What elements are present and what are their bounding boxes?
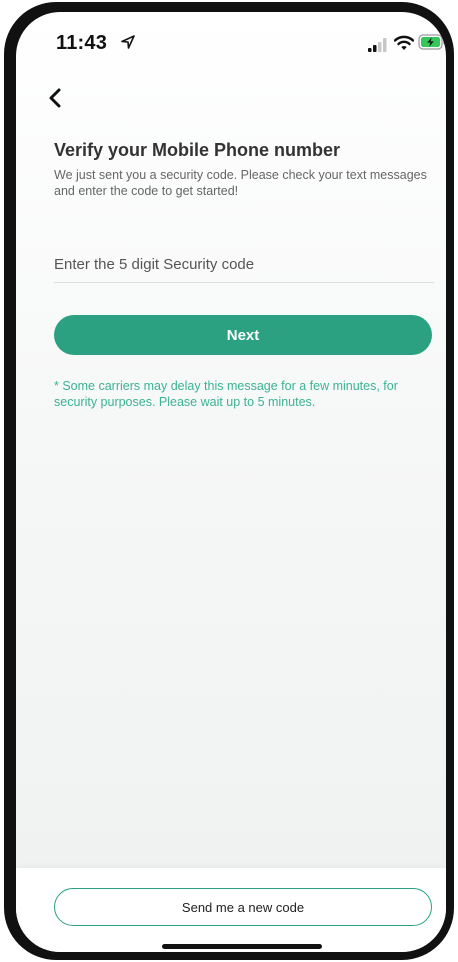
- security-code-field: [54, 246, 434, 283]
- wifi-icon: [394, 35, 414, 50]
- carrier-delay-note: * Some carriers may delay this message f…: [54, 379, 398, 409]
- location-arrow-icon: [121, 35, 135, 49]
- signal-icon: [368, 38, 387, 52]
- security-code-input[interactable]: [54, 246, 434, 282]
- battery-charging-icon: [418, 34, 446, 50]
- chevron-left-icon: [49, 88, 61, 108]
- back-button[interactable]: [42, 84, 70, 112]
- next-button[interactable]: Next: [54, 315, 432, 355]
- instructions-text: We just sent you a security code. Please…: [54, 168, 427, 198]
- send-new-code-button[interactable]: Send me a new code: [54, 888, 432, 926]
- screen: 11:43 Verify your Mobile Phone number We…: [16, 12, 446, 952]
- bottom-panel: Send me a new code: [16, 868, 446, 952]
- home-indicator[interactable]: [162, 944, 322, 949]
- phone-frame: 11:43 Verify your Mobile Phone number We…: [4, 2, 454, 960]
- page-title: Verify your Mobile Phone number: [54, 140, 341, 160]
- status-bar: 11:43: [16, 12, 446, 72]
- status-time: 11:43: [56, 32, 108, 54]
